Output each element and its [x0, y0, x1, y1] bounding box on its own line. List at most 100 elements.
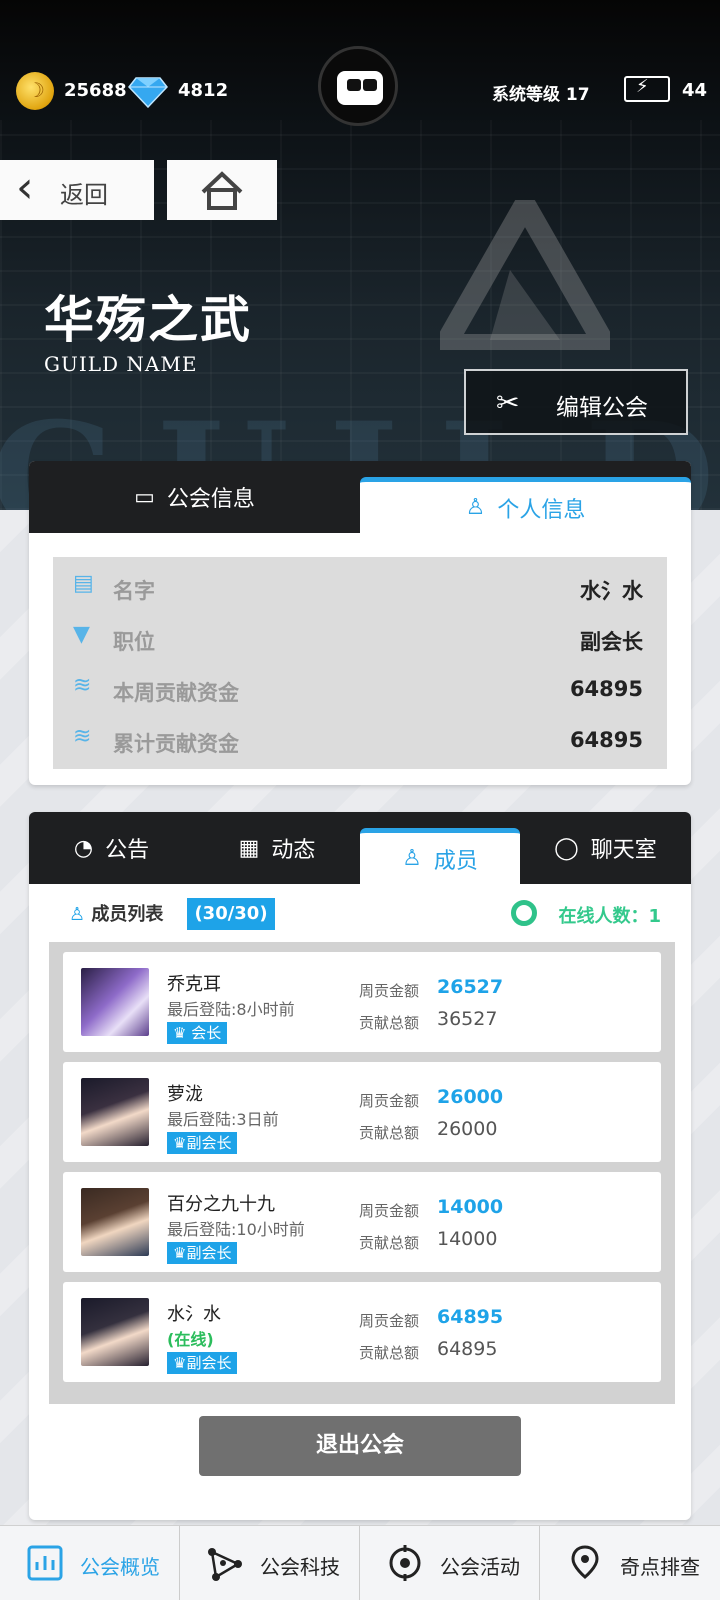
tab-announcement[interactable]: ◔ 公告: [29, 812, 194, 884]
tab-label: 个人信息: [497, 497, 586, 523]
total-value: 26000: [437, 1118, 498, 1140]
weekly-value: 26527: [437, 976, 504, 998]
crown-icon: ♛: [173, 1024, 192, 1042]
info-row-weekly-fund: ≋ 本周贡献资金 64895: [53, 663, 667, 713]
id-card-icon: ▭: [134, 484, 155, 510]
user-icon: ♙: [465, 495, 486, 520]
member-status: 最后登陆:8小时前: [167, 1000, 295, 1019]
member-count-badge: (30/30): [187, 898, 275, 930]
nav-guild-tech[interactable]: 公会科技: [180, 1526, 360, 1600]
member-name: 乔克耳: [167, 974, 221, 995]
member-card[interactable]: 乔克耳 最后登陆:8小时前 ♛ 会长 周贡金额 26527 贡献总额 36527: [63, 952, 661, 1052]
crown-icon: ♛: [173, 1244, 187, 1262]
tab-personal-info[interactable]: ♙ 个人信息: [360, 477, 691, 533]
rank-label: 副会长: [186, 1244, 232, 1262]
total-label: 贡献总额: [359, 1344, 420, 1362]
back-button[interactable]: ‹ 返回: [0, 160, 154, 220]
info-row-name: ▤ 名字 水氵水: [53, 561, 667, 611]
home-button[interactable]: [167, 160, 277, 220]
total-value: 36527: [437, 1008, 498, 1030]
member-status: 最后登陆:10小时前: [167, 1220, 305, 1239]
avatar: [81, 1298, 149, 1366]
weekly-value: 26000: [437, 1086, 504, 1108]
online-user-icon: [511, 900, 537, 926]
tab-guild-info[interactable]: ▭ 公会信息: [29, 461, 360, 533]
rank-badge: ♛副会长: [167, 1132, 238, 1154]
member-list[interactable]: 乔克耳 最后登陆:8小时前 ♛ 会长 周贡金额 26527 贡献总额 36527…: [49, 942, 675, 1404]
edit-guild-button[interactable]: ✂ 编辑公会: [464, 369, 688, 435]
quit-guild-button[interactable]: 退出公会: [199, 1416, 521, 1476]
online-count: 在线人数：1: [558, 906, 661, 927]
gold-amount: 25688: [64, 80, 127, 101]
info-value: 水氵水: [580, 579, 643, 603]
rank-badge: ♛ 会长: [167, 1022, 228, 1044]
total-value: 14000: [437, 1228, 498, 1250]
avatar: [81, 1188, 149, 1256]
personal-info-box: ▤ 名字 水氵水 ▼ 职位 副会长 ≋ 本周贡献资金 64895 ≋ 累计贡献资…: [53, 557, 667, 769]
coins-icon: ≋: [73, 673, 92, 698]
weekly-label: 周贡金额: [359, 1312, 420, 1330]
tab-activity[interactable]: ▦ 动态: [194, 812, 360, 884]
tab-label: 动态: [271, 838, 316, 863]
nav-guild-overview[interactable]: 公会概览: [0, 1526, 180, 1600]
total-label: 贡献总额: [359, 1234, 420, 1252]
bottom-nav: 公会概览 公会科技 公会活动 奇点排查: [0, 1525, 720, 1600]
info-label: 本周贡献资金: [113, 681, 239, 705]
nav-guild-events[interactable]: 公会活动: [360, 1526, 540, 1600]
crown-icon: ♛: [173, 1134, 187, 1152]
member-card[interactable]: 萝泷 最后登陆:3日前 ♛副会长 周贡金额 26000 贡献总额 26000: [63, 1062, 661, 1162]
info-label: 累计贡献资金: [113, 732, 239, 756]
crown-icon: ♛: [173, 1354, 187, 1372]
chat-icon: ◯: [554, 835, 579, 861]
rank-badge: ♛副会长: [167, 1242, 238, 1264]
info-row-total-fund: ≋ 累计贡献资金 64895: [53, 714, 667, 764]
total-label: 贡献总额: [359, 1124, 420, 1142]
total-value: 64895: [437, 1338, 498, 1360]
member-status: (在线): [167, 1330, 214, 1349]
info-panel: ▭ 公会信息 ♙ 个人信息 ▤ 名字 水氵水 ▼ 职位 副会长 ≋ 本周贡献资金…: [29, 461, 691, 785]
system-level: 系统等级 17: [492, 85, 590, 105]
chevron-left-icon: ‹: [16, 162, 34, 213]
member-card[interactable]: 百分之九十九 最后登陆:10小时前 ♛副会长 周贡金额 14000 贡献总额 1…: [63, 1172, 661, 1272]
notes-icon: ▦: [238, 835, 260, 861]
tab-chatroom[interactable]: ◯ 聊天室: [520, 812, 691, 884]
nav-label: 公会科技: [260, 1555, 340, 1579]
rank-label: 副会长: [186, 1354, 232, 1372]
nav-singularity-check[interactable]: 奇点排查: [540, 1526, 720, 1600]
tab-label: 聊天室: [590, 838, 657, 863]
map-pin-icon: [571, 1545, 599, 1579]
guild-name-caption: GUILD NAME: [44, 352, 198, 376]
user-icon: ♙: [402, 846, 422, 871]
weekly-value: 64895: [437, 1306, 504, 1328]
nav-label: 奇点排查: [620, 1555, 700, 1579]
diamond-amount: 4812: [178, 80, 229, 101]
member-panel: ◔ 公告 ▦ 动态 ♙ 成员 ◯ 聊天室 ♙ 成员列表 (30/30) 在线人数…: [29, 812, 691, 1520]
member-card[interactable]: 水氵水 (在线) ♛副会长 周贡金额 64895 贡献总额 64895: [63, 1282, 661, 1382]
network-icon: [208, 1548, 242, 1581]
info-label: 名字: [113, 579, 155, 603]
edit-guild-label: 编辑公会: [556, 395, 648, 421]
info-value: 副会长: [580, 630, 643, 654]
info-row-position: ▼ 职位 副会长: [53, 612, 667, 662]
rank-label: 会长: [191, 1024, 222, 1042]
tab-members[interactable]: ♙ 成员: [360, 828, 520, 884]
profile-avatar-button[interactable]: [318, 46, 398, 126]
info-label: 职位: [113, 630, 155, 654]
chart-icon: [27, 1545, 63, 1581]
member-list-label: 成员列表: [91, 904, 164, 925]
avatar: [81, 1078, 149, 1146]
member-name: 水氵水: [167, 1304, 221, 1325]
diamond-icon: [128, 77, 168, 108]
weekly-label: 周贡金额: [359, 1092, 420, 1110]
tab-label: 成员: [433, 848, 478, 874]
target-icon: [389, 1545, 421, 1581]
member-status: 最后登陆:3日前: [167, 1110, 279, 1129]
info-value: 64895: [569, 728, 643, 752]
gold-coin-icon: ☽: [16, 72, 54, 110]
guild-name: 华殇之武: [44, 290, 252, 349]
back-label: 返回: [60, 181, 108, 209]
weekly-label: 周贡金额: [359, 982, 420, 1000]
mascot-icon: [337, 71, 383, 105]
home-icon: [201, 171, 243, 210]
guild-logo-icon: [440, 200, 610, 350]
